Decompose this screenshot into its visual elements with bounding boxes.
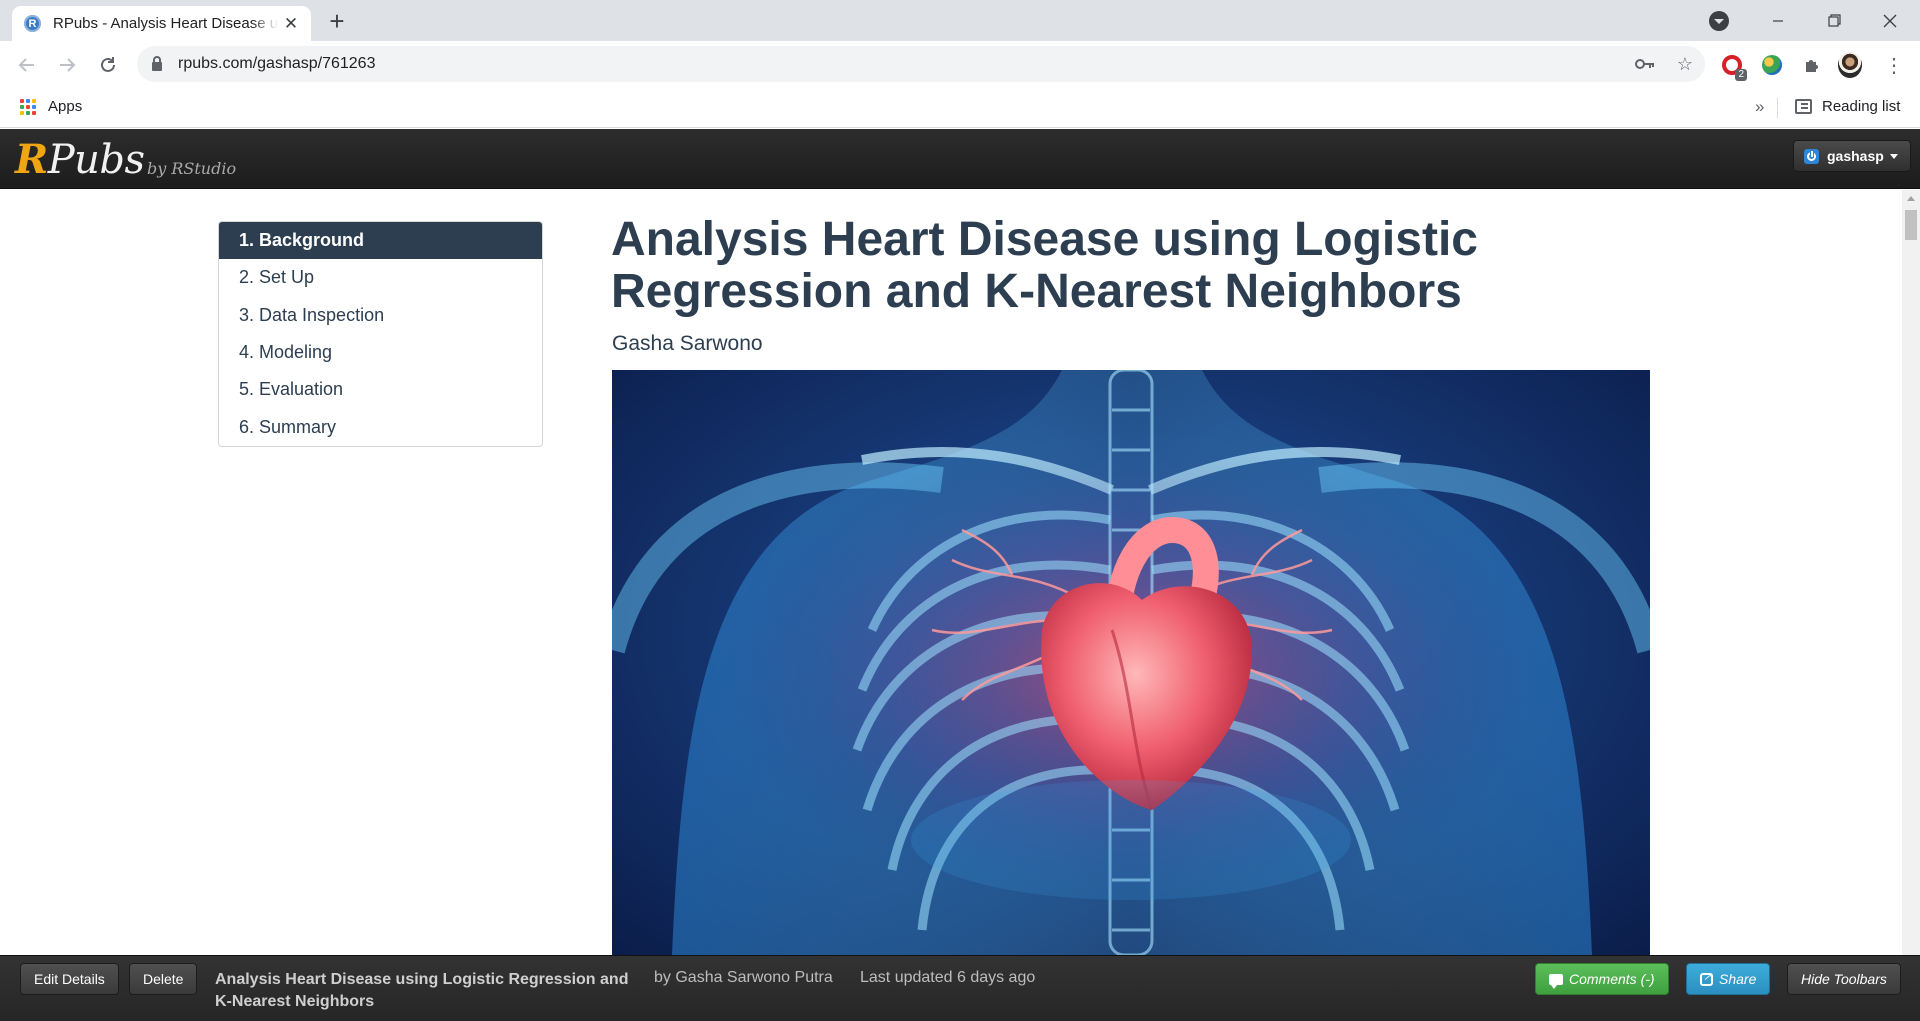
extension-badge: 2 [1735,69,1747,81]
puzzle-extension-icon[interactable] [1800,53,1824,77]
table-of-contents: 1. Background 2. Set Up 3. Data Inspecti… [218,221,543,447]
rpubs-favicon-icon: R [24,15,41,32]
hide-toolbars-button[interactable]: Hide Toolbars [1787,963,1901,995]
bookmarks-bar: Apps » Reading list [0,88,1920,128]
profile-avatar-icon[interactable] [1838,52,1862,78]
last-updated: Last updated 6 days ago [860,969,1036,986]
author-byline: by Gasha Sarwono Putra [654,969,833,986]
tab-title: RPubs - Analysis Heart Disease using Log… [53,15,278,32]
bookmarks-overflow-icon[interactable]: » [1755,97,1764,117]
power-icon [1804,148,1819,164]
back-icon[interactable] [12,50,42,80]
reading-list-icon [1795,99,1812,114]
share-icon [1700,970,1713,986]
apps-grid-icon [20,98,36,115]
tab-close-icon[interactable]: ✕ [281,14,301,34]
minimize-icon[interactable] [1750,0,1806,41]
reload-icon[interactable] [93,50,123,80]
comments-label: Comments (-) [1569,971,1655,987]
scroll-up-arrow-icon[interactable] [1907,196,1915,201]
edit-details-button[interactable]: Edit Details [20,963,119,995]
toc-item-summary[interactable]: 6. Summary [219,408,542,445]
url-text[interactable]: rpubs.com/gashasp/761263 [178,55,375,73]
toc-item-evaluation[interactable]: 5. Evaluation [219,371,542,408]
toc-item-modeling[interactable]: 4. Modeling [219,334,542,371]
document-content: 1. Background 2. Set Up 3. Data Inspecti… [0,190,1902,955]
rpubs-by-line: by RStudio [147,159,237,178]
apps-label: Apps [48,98,83,115]
toc-item-set-up[interactable]: 2. Set Up [219,259,542,296]
caret-down-icon [1889,153,1898,159]
rpubs-bottom-toolbar: Edit Details Delete Analysis Heart Disea… [0,955,1920,1021]
document-title: Analysis Heart Disease using Logistic Re… [611,213,1478,318]
comments-button[interactable]: Comments (-) [1535,963,1669,995]
username: gashasp [1827,148,1884,164]
toolbar-document-title: Analysis Heart Disease using Logistic Re… [215,971,629,1010]
address-bar[interactable]: rpubs.com/gashasp/761263 ☆ [137,46,1705,82]
page-scrollbar[interactable] [1902,190,1920,955]
rpubs-header: RPubs by RStudio gashasp [0,129,1920,189]
rpubs-logo-text: Pubs [47,137,145,183]
scroll-thumb[interactable] [1905,210,1917,240]
new-tab-button[interactable]: + [322,7,352,37]
reading-list-button[interactable]: Reading list [1795,98,1900,115]
tab-search-icon[interactable] [1709,11,1729,31]
delete-button[interactable]: Delete [129,963,198,995]
bookmarks-divider [1777,98,1778,118]
forward-icon[interactable] [52,50,82,80]
key-icon[interactable] [1634,54,1655,75]
opera-extension-icon[interactable]: 2 [1720,53,1747,81]
share-button[interactable]: Share [1686,963,1771,995]
rpubs-logo-r: R [15,136,48,183]
globe-extension-icon[interactable] [1760,53,1784,77]
star-icon[interactable]: ☆ [1677,54,1693,75]
close-window-icon[interactable] [1862,0,1918,41]
lock-icon[interactable] [152,55,162,71]
comment-icon [1549,973,1563,989]
kebab-menu-icon[interactable]: ⋮ [1882,53,1906,77]
heart-xray-illustration [612,370,1650,955]
user-menu-button[interactable]: gashasp [1793,140,1911,172]
rpubs-logo[interactable]: RPubs [15,136,145,183]
browser-tab-strip: R RPubs - Analysis Heart Disease using L… [0,0,1920,41]
document-author: Gasha Sarwono [612,332,763,355]
restore-icon[interactable] [1806,0,1862,41]
toc-item-data-inspection[interactable]: 3. Data Inspection [219,297,542,334]
reading-list-label: Reading list [1822,98,1901,115]
share-label: Share [1719,971,1757,987]
browser-toolbar: rpubs.com/gashasp/761263 ☆ 2 ⋮ [0,41,1920,88]
browser-tab[interactable]: R RPubs - Analysis Heart Disease using L… [12,6,311,41]
toc-item-background[interactable]: 1. Background [219,222,542,260]
apps-shortcut[interactable]: Apps [20,98,82,115]
